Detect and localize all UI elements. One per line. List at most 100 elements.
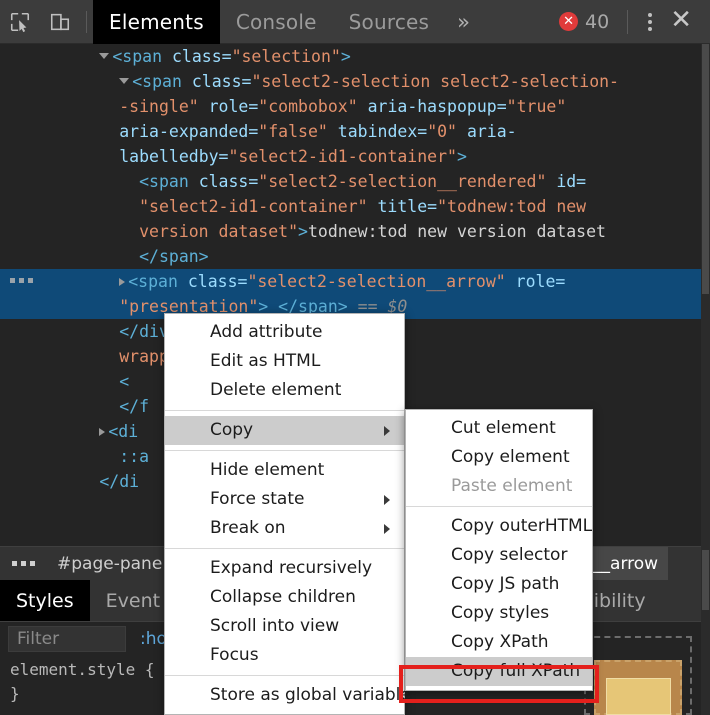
breadcrumb-overflow-icon[interactable] <box>0 561 47 566</box>
dom-token-val: "select2-id1-container" <box>228 147 457 166</box>
menu-item-label: Collapse children <box>210 587 356 607</box>
dom-token-tag: > <box>340 47 351 66</box>
menu-item-label: Force state <box>210 489 305 509</box>
dom-token-attr: role= <box>515 272 566 291</box>
menu-item-label: Copy element <box>451 447 570 467</box>
dom-token-attr: class= <box>191 72 252 91</box>
tab-console[interactable]: Console <box>220 0 333 44</box>
dom-tree-scrollbar[interactable] <box>701 44 710 546</box>
dom-token-val: "0" <box>427 122 467 141</box>
dom-token-val: "selection" <box>231 47 341 66</box>
menu-item-label: Copy styles <box>451 603 550 623</box>
copy-menu-item-copy-full-xpath[interactable]: Copy full XPath <box>406 657 592 686</box>
dom-token-attr: aria-haspopup= <box>367 97 507 116</box>
dom-tree-row[interactable]: </span> <box>0 244 710 269</box>
copy-menu-item-copy-styles[interactable]: Copy styles <box>406 599 592 628</box>
element-context-menu[interactable]: Add attribute Edit as HTML Delete element C… <box>164 313 411 715</box>
menu-item-collapse-children[interactable]: Collapse children <box>165 583 404 612</box>
styles-pane-scrollbar[interactable] <box>701 546 710 715</box>
copy-menu-item-copy-element[interactable]: Copy element <box>406 443 592 472</box>
toolbar-right-group: ✕ 40 ✕ <box>559 5 710 39</box>
menu-item-scroll-into-view[interactable]: Scroll into view <box>165 612 404 641</box>
copy-menu-item-paste-element: Paste element <box>406 472 592 501</box>
filter-input[interactable]: Filter <box>8 626 126 652</box>
dom-token-val: "select2-selection select2-selection- <box>251 72 619 91</box>
dom-tree-row[interactable]: <span class="select2-selection select2-s… <box>0 69 710 94</box>
menu-separator <box>165 450 404 451</box>
dom-token-tag: </f <box>119 397 150 416</box>
selected-node-badge <box>10 278 33 283</box>
copy-menu-item-copy-xpath[interactable]: Copy XPath <box>406 628 592 657</box>
inspect-cursor-icon[interactable] <box>0 0 40 44</box>
breadcrumb-item-page-pane[interactable]: #page-pane <box>47 547 172 581</box>
dom-token-val: "select2-selection__rendered" <box>258 172 557 191</box>
menu-item-label: Delete element <box>210 380 342 400</box>
dom-tree-row[interactable]: <span class="select2-selection__rendered… <box>0 169 710 194</box>
dom-tree-row-selected[interactable]: <span class="select2-selection__arrow" r… <box>0 269 710 294</box>
menu-item-label: Store as global variable <box>210 685 411 705</box>
menu-separator <box>165 675 404 676</box>
dom-tree-row[interactable]: "select2-id1-container" title="todnew:to… <box>0 194 710 219</box>
error-count-badge[interactable]: ✕ 40 <box>559 11 609 33</box>
tab-sources[interactable]: Sources <box>333 0 446 44</box>
dom-tree-row[interactable]: aria-expanded="false" tabindex="0" aria- <box>0 119 710 144</box>
dom-token-tag: > <box>456 147 467 166</box>
collapse-triangle-icon[interactable] <box>119 78 130 84</box>
device-toolbar-icon[interactable] <box>40 0 80 44</box>
collapse-triangle-icon[interactable] <box>99 53 110 59</box>
dom-token-tag: <span <box>112 47 172 66</box>
menu-item-force-state[interactable]: Force state <box>165 485 404 514</box>
more-tabs-icon[interactable]: » <box>445 0 482 44</box>
menu-item-label: Edit as HTML <box>210 351 321 371</box>
expand-triangle-icon[interactable] <box>99 428 106 436</box>
dom-token-tag: < <box>119 372 130 391</box>
menu-item-break-on[interactable]: Break on <box>165 514 404 543</box>
menu-item-delete-element[interactable]: Delete element <box>165 376 404 405</box>
dom-tree-row[interactable]: -single" role="combobox" aria-haspopup="… <box>0 94 710 119</box>
dom-token-tag: > <box>298 222 308 241</box>
menu-item-hide-element[interactable]: Hide element <box>165 456 404 485</box>
dom-token-val: "select2-selection__arrow" <box>247 272 516 291</box>
menu-item-label: Add attribute <box>210 322 323 342</box>
toolbar-divider-right <box>627 9 629 34</box>
close-icon[interactable]: ✕ <box>664 5 702 39</box>
dom-token-attr: class= <box>171 47 232 66</box>
more-options-icon[interactable] <box>636 12 664 31</box>
dom-token-tag: <span <box>128 272 188 291</box>
copy-menu-item-copy-selector[interactable]: Copy selector <box>406 541 592 570</box>
tab-elements[interactable]: Elements <box>93 0 220 44</box>
dom-tree-row[interactable]: version dataset">todnew:tod new version … <box>0 219 710 244</box>
panel-tabs: Elements Console Sources » <box>93 0 482 44</box>
dom-tree-row[interactable]: labelledby="select2-id1-container"> <box>0 144 710 169</box>
copy-menu-item-copy-outerhtml[interactable]: Copy outerHTML <box>406 512 592 541</box>
copy-menu-item-cut-element[interactable]: Cut element <box>406 414 592 443</box>
dom-token-attr: aria-expanded= <box>119 122 259 141</box>
dom-tree-row[interactable]: <span class="selection"> <box>0 44 710 69</box>
copy-submenu[interactable]: Cut element Copy element Paste element Copy… <box>405 409 593 691</box>
menu-item-store-as-global-variable[interactable]: Store as global variable <box>165 681 411 710</box>
dom-token-attr: aria- <box>466 122 517 141</box>
menu-item-copy[interactable]: Copy <box>165 416 404 445</box>
dom-token-attr: role= <box>208 97 259 116</box>
submenu-arrow-icon <box>384 524 390 534</box>
dom-token-tag: <span <box>139 172 199 191</box>
expand-triangle-icon[interactable] <box>119 278 126 286</box>
menu-item-expand-recursively[interactable]: Expand recursively <box>165 554 404 583</box>
menu-item-label: Copy selector <box>451 545 568 565</box>
tab-styles[interactable]: Styles <box>0 580 90 621</box>
dom-token-tag: ::a <box>119 447 150 466</box>
dom-token-txt: todnew:tod new version dataset <box>307 222 606 241</box>
menu-item-focus[interactable]: Focus <box>165 641 404 670</box>
dom-token-attr: class= <box>187 272 248 291</box>
menu-item-label: Scroll into view <box>210 616 340 636</box>
menu-item-add-attribute[interactable]: Add attribute <box>165 318 404 347</box>
menu-item-label: Break on <box>210 518 286 538</box>
copy-menu-item-copy-js-path[interactable]: Copy JS path <box>406 570 592 599</box>
menu-item-label: Copy outerHTML <box>451 516 593 536</box>
menu-item-edit-as-html[interactable]: Edit as HTML <box>165 347 404 376</box>
